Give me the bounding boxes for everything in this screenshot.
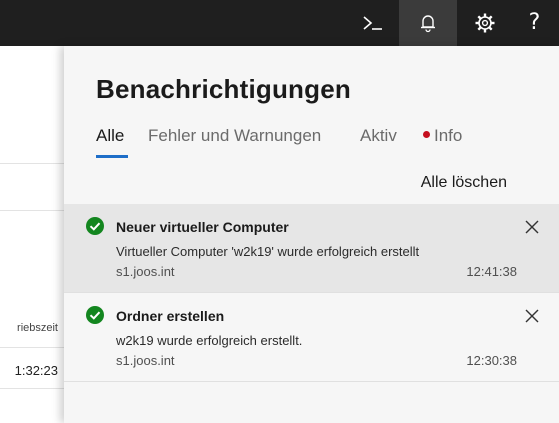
notification-title: Neuer virtueller Computer [116,219,289,235]
selected-tab-indicator [96,155,128,158]
divider [0,163,64,164]
divider [0,347,64,348]
bell-icon [421,15,435,33]
notification-item[interactable]: Neuer virtueller Computer Virtueller Com… [64,204,559,293]
value-fragment: 1:32:23 [14,363,58,378]
clear-all-button[interactable]: Alle löschen [421,174,507,192]
tab-label: Fehler und Warnungen [148,126,322,145]
notification-time: 12:30:38 [466,353,517,368]
info-indicator-dot [423,131,430,138]
help-button[interactable]: ? [510,0,559,46]
tab-label: Alle [96,126,125,145]
notification-title: Ordner erstellen [116,308,225,324]
column-header-fragment: riebszeit [17,322,58,334]
divider [0,210,64,211]
tab-label: Aktiv [360,126,397,145]
notification-item[interactable]: Ordner erstellen w2k19 wurde erfolgreich… [64,293,559,382]
notification-time: 12:41:38 [466,264,517,279]
gear-icon [475,13,495,33]
success-check-icon [86,306,104,324]
notifications-button[interactable] [399,0,457,46]
panel-title: Benachrichtigungen [96,74,351,104]
notification-server: s1.joos.int [116,264,175,279]
tab-label: Info [434,126,463,145]
close-icon[interactable] [523,307,541,325]
top-bar: ? [0,0,559,46]
success-check-icon [86,217,104,235]
tab-info[interactable]: Info [423,126,462,146]
notifications-panel: Benachrichtigungen Alle Fehler und Warnu… [64,46,559,423]
notification-message: Virtueller Computer 'w2k19' wurde erfolg… [116,244,420,259]
close-icon[interactable] [523,218,541,236]
notification-message: w2k19 wurde erfolgreich erstellt. [116,333,303,348]
help-icon: ? [528,10,541,35]
notification-server: s1.joos.int [116,353,175,368]
divider [0,388,64,389]
settings-button[interactable] [460,0,510,46]
tab-all[interactable]: Alle [96,126,128,158]
powershell-button[interactable] [348,0,398,46]
tab-active[interactable]: Aktiv [360,126,397,146]
tab-errors-warnings[interactable]: Fehler und Warnungen [148,126,321,146]
background-page: riebszeit 1:32:23 [0,46,64,423]
powershell-icon [363,16,382,30]
